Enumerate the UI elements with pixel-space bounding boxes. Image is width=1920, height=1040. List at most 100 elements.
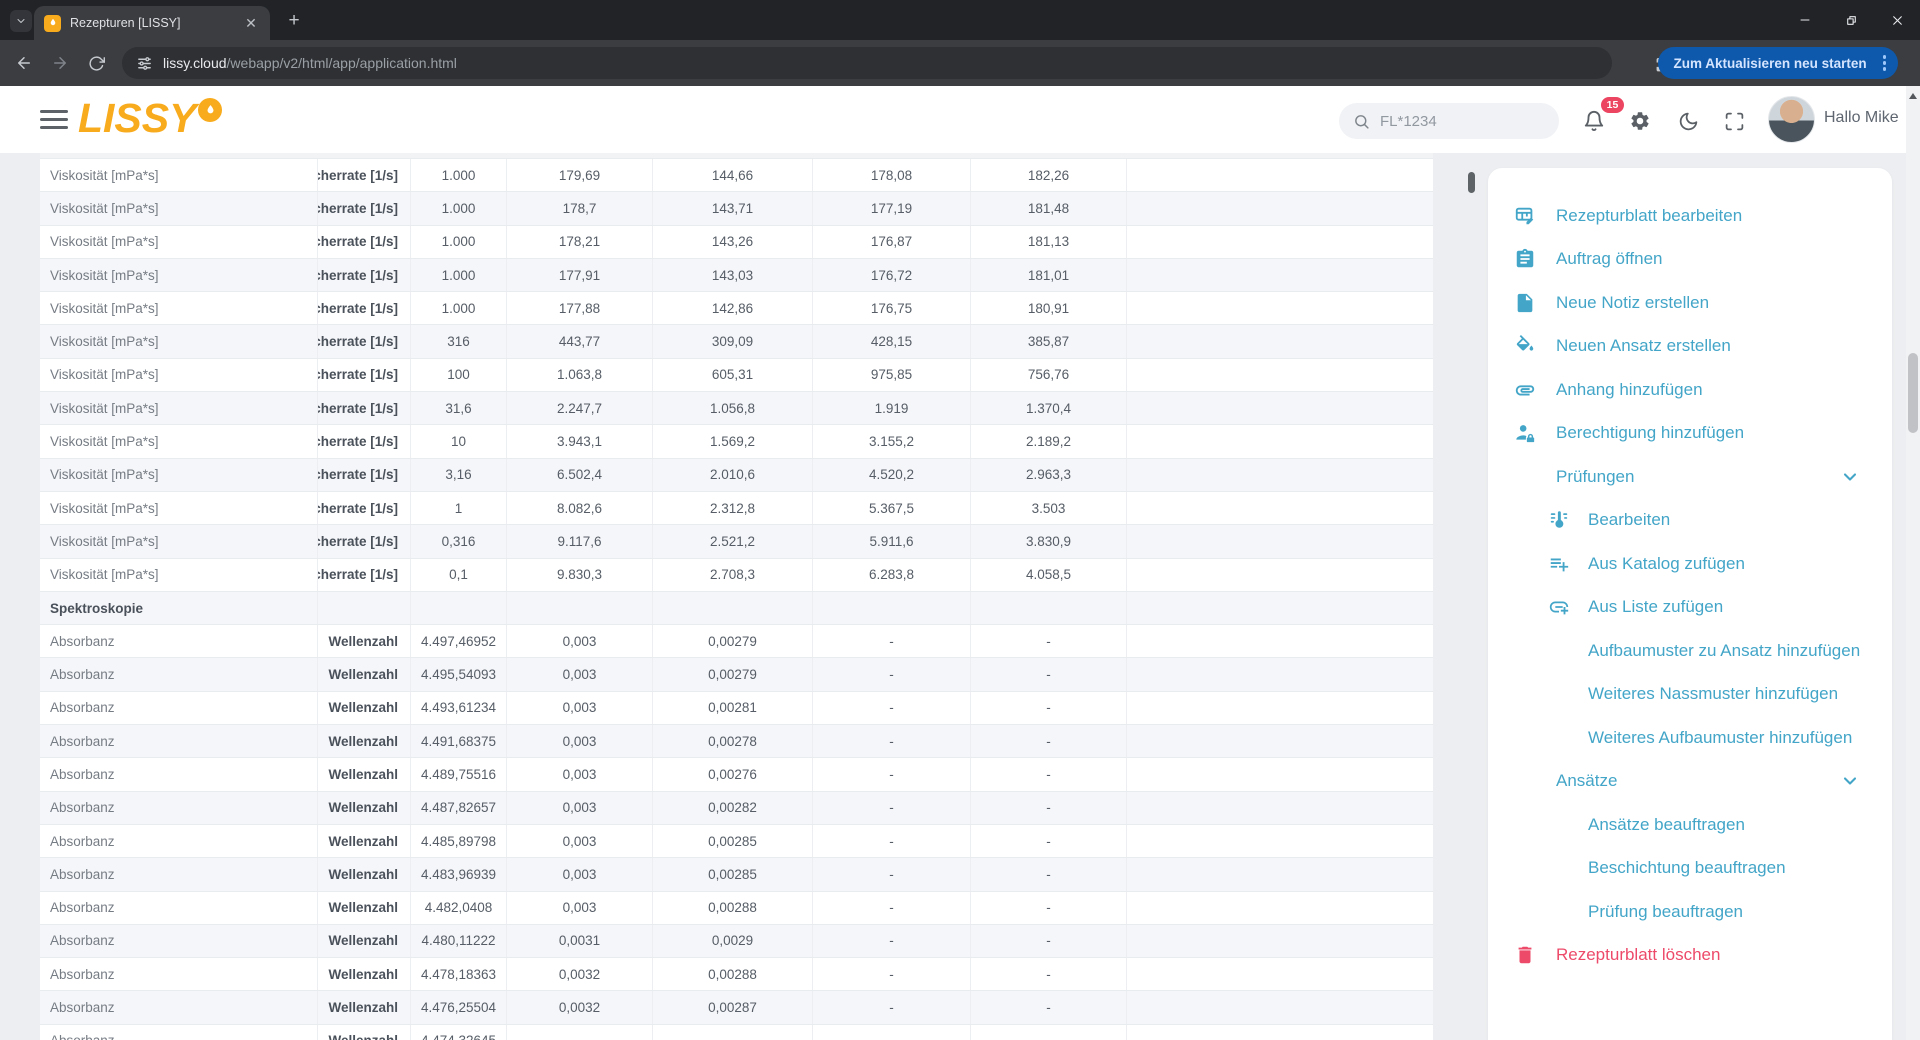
- menu-item-neuen-ansatz-erstellen[interactable]: Neuen Ansatz erstellen: [1488, 325, 1892, 369]
- table-row: Absorbanz Wellenzahl 4.480,11222 0,0031 0,00…: [40, 924, 1433, 959]
- table-cell: Wellenzahl: [318, 924, 411, 958]
- fullscreen-button[interactable]: [1722, 109, 1746, 133]
- menu-item-neue-notiz-erstellen[interactable]: Neue Notiz erstellen: [1488, 281, 1892, 325]
- menu-item-weiteres-aufbaumuster-hinzufügen[interactable]: Weiteres Aufbaumuster hinzufügen: [1488, 716, 1892, 760]
- browser-tab[interactable]: Rezepturen [LISSY] ✕: [34, 6, 270, 40]
- table-cell: 0,0032: [507, 991, 653, 1024]
- menu-item-rezepturblatt-bearbeiten[interactable]: Rezepturblatt bearbeiten: [1488, 194, 1892, 238]
- browser-toolbar: lissy.cloud/webapp/v2/html/app/applicati…: [0, 40, 1920, 86]
- content-area: Viskosität [mPa*s]Scherrate [1/s]1.00017…: [0, 153, 1920, 1040]
- table-cell: Absorbanz: [40, 625, 318, 658]
- menu-item-label: Auftrag öffnen: [1556, 249, 1663, 269]
- new-tab-button[interactable]: +: [282, 9, 306, 33]
- page-scrollbar[interactable]: [1906, 86, 1920, 1040]
- table-cell: 0,00282: [653, 791, 813, 824]
- table-cell: Absorbanz: [40, 691, 318, 725]
- logo-drop-icon: [198, 98, 223, 122]
- table-cell: Scherrate [1/s]: [318, 225, 411, 258]
- menu-item-anhang-hinzufügen[interactable]: Anhang hinzufügen: [1488, 368, 1892, 412]
- menu-item-label: Ansätze beauftragen: [1588, 814, 1745, 834]
- scrollbar-up-arrow-icon[interactable]: [1909, 93, 1917, 99]
- table-cell: Wellenzahl: [318, 691, 411, 725]
- table-cell: -: [971, 625, 1127, 658]
- lissy-logo[interactable]: LISSY: [78, 96, 223, 140]
- menu-item-beschichtung-beauftragen[interactable]: Beschichtung beauftragen: [1488, 847, 1892, 891]
- forward-button[interactable]: [44, 47, 76, 79]
- table-cell: 2.312,8: [653, 491, 813, 525]
- table-cell: Scherrate [1/s]: [318, 159, 411, 192]
- table-cell: 182,26: [971, 159, 1127, 192]
- table-cell: -: [971, 991, 1127, 1024]
- table-cell: -: [971, 758, 1127, 791]
- table-cell: 4.487,82657: [411, 791, 507, 824]
- tab-close-icon[interactable]: ✕: [242, 14, 260, 32]
- table-cell: -: [813, 824, 971, 858]
- chevron-down-icon[interactable]: [1840, 771, 1860, 791]
- url-bar[interactable]: lissy.cloud/webapp/v2/html/app/applicati…: [122, 47, 1612, 79]
- table-cell: 5.911,6: [813, 525, 971, 558]
- table-cell: 9.830,3: [507, 558, 653, 591]
- table-cell: [1127, 692, 1433, 724]
- browser-tab-strip: Rezepturen [LISSY] ✕ +: [0, 0, 1920, 40]
- table-cell: 0,00279: [653, 658, 813, 691]
- menu-item-bearbeiten[interactable]: Bearbeiten: [1488, 499, 1892, 543]
- table-cell: 4.495,54093: [411, 658, 507, 691]
- search-input[interactable]: FL*1234: [1339, 103, 1559, 139]
- table-cell: 10: [411, 425, 507, 458]
- table-row: Viskosität [mPa*s]Scherrate [1/s]18.082,…: [40, 491, 1433, 526]
- menu-item-aufbaumuster-zu-ansatz-hinzufügen[interactable]: Aufbaumuster zu Ansatz hinzufügen: [1488, 629, 1892, 673]
- table-cell: 0,00287: [653, 991, 813, 1024]
- menu-item-weiteres-nassmuster-hinzufügen[interactable]: Weiteres Nassmuster hinzufügen: [1488, 673, 1892, 717]
- user-avatar[interactable]: [1768, 96, 1815, 143]
- table-cell: Absorbanz: [40, 858, 318, 891]
- window-restore-button[interactable]: [1828, 0, 1874, 40]
- table-row: Absorbanz Wellenzahl 4.495,54093 0,003 0,002…: [40, 658, 1433, 692]
- table-row: Viskosität [mPa*s]Scherrate [1/s]1.00017…: [40, 258, 1433, 293]
- menu-item-ansätze-beauftragen[interactable]: Ansätze beauftragen: [1488, 803, 1892, 847]
- table-cell: 443,77: [507, 325, 653, 358]
- menu-item-rezepturblatt-löschen[interactable]: Rezepturblatt löschen: [1488, 934, 1892, 978]
- menu-item-prüfung-beauftragen[interactable]: Prüfung beauftragen: [1488, 890, 1892, 934]
- trash-icon: [1514, 944, 1536, 966]
- table-cell: Viskosität [mPa*s]: [40, 525, 318, 558]
- table-cell: Viskosität [mPa*s]: [40, 225, 318, 258]
- table-cell: 143,71: [653, 192, 813, 225]
- fill-icon: [1514, 335, 1536, 357]
- menu-item-berechtigung-hinzufügen[interactable]: Berechtigung hinzufügen: [1488, 412, 1892, 456]
- tab-search-button[interactable]: [10, 10, 32, 32]
- window-close-button[interactable]: [1874, 0, 1920, 40]
- table-cell: -: [813, 958, 971, 991]
- content-scrollbar-thumb[interactable]: [1468, 172, 1475, 193]
- menu-item-prüfungen[interactable]: Prüfungen: [1488, 455, 1892, 499]
- table-cell: 6.502,4: [507, 458, 653, 491]
- table-cell: 3,16: [411, 458, 507, 491]
- table-cell: Viskosität [mPa*s]: [40, 458, 318, 491]
- table-cell: 756,76: [971, 358, 1127, 392]
- kebab-menu-icon[interactable]: [1879, 55, 1890, 71]
- user-greeting: Hallo Mike: [1824, 109, 1899, 126]
- back-button[interactable]: [8, 47, 40, 79]
- table-cell: Scherrate [1/s]: [318, 192, 411, 225]
- chevron-down-icon[interactable]: [1840, 467, 1860, 487]
- menu-item-aus-katalog-zufügen[interactable]: Aus Katalog zufügen: [1488, 542, 1892, 586]
- dark-mode-toggle[interactable]: [1676, 109, 1700, 133]
- table-cell: 181,01: [971, 258, 1127, 292]
- page-scrollbar-thumb[interactable]: [1908, 353, 1918, 433]
- notifications-button[interactable]: [1582, 109, 1606, 133]
- table-cell: 0,1: [411, 558, 507, 591]
- settings-button[interactable]: [1628, 109, 1652, 133]
- user-lock-icon: [1514, 422, 1536, 444]
- site-info-icon[interactable]: [136, 55, 153, 72]
- menu-item-auftrag-öffnen[interactable]: Auftrag öffnen: [1488, 238, 1892, 282]
- note-icon: [1514, 292, 1536, 314]
- table-row: Absorbanz Wellenzahl 4.497,46952 0,003 0,002…: [40, 625, 1433, 659]
- table-cell: -: [813, 991, 971, 1024]
- window-minimize-button[interactable]: [1782, 0, 1828, 40]
- reload-button[interactable]: [80, 47, 112, 79]
- menu-item-aus-liste-zufügen[interactable]: Aus Liste zufügen: [1488, 586, 1892, 630]
- table-cell: 0,00276: [653, 758, 813, 791]
- table-cell: 0,00281: [653, 691, 813, 725]
- restart-to-update-button[interactable]: Zum Aktualisieren neu starten: [1657, 47, 1898, 79]
- menu-icon[interactable]: [40, 107, 68, 131]
- menu-item-ansätze[interactable]: Ansätze: [1488, 760, 1892, 804]
